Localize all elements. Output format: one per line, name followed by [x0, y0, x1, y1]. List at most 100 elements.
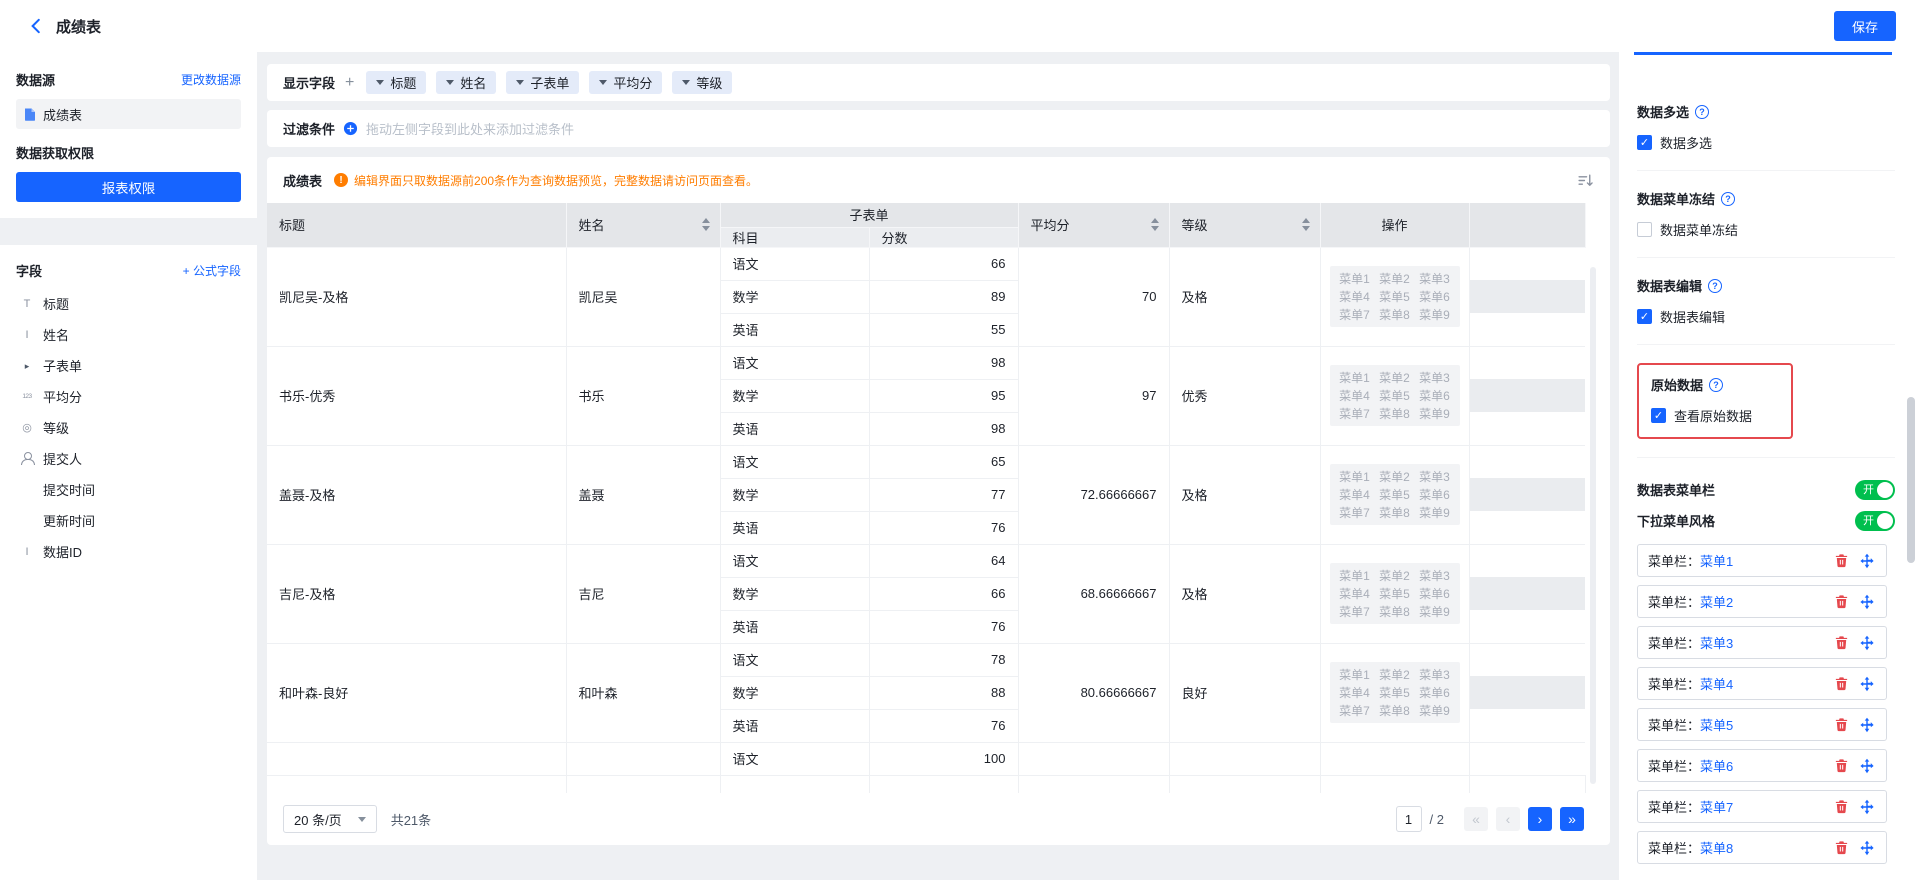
- ops-menu-item[interactable]: 菜单6: [1419, 684, 1450, 701]
- sort-arrows-icon[interactable]: [1302, 218, 1310, 231]
- sidebar-field-item[interactable]: ◎等级: [16, 412, 241, 443]
- ops-menu-item[interactable]: 菜单4: [1339, 486, 1370, 503]
- sidebar-field-item[interactable]: ▸子表单: [16, 350, 241, 381]
- checkbox-row[interactable]: ✓数据多选: [1637, 133, 1895, 152]
- field-chip[interactable]: 平均分: [589, 71, 662, 94]
- delete-icon[interactable]: [1832, 675, 1850, 693]
- delete-icon[interactable]: [1832, 839, 1850, 857]
- move-icon[interactable]: [1858, 593, 1876, 611]
- change-datasource-link[interactable]: 更改数据源: [181, 71, 241, 88]
- field-chip[interactable]: 等级: [672, 71, 732, 94]
- move-icon[interactable]: [1858, 798, 1876, 816]
- sort-arrows-icon[interactable]: [702, 218, 710, 231]
- sidebar-field-item[interactable]: 更新时间: [16, 505, 241, 536]
- move-icon[interactable]: [1858, 675, 1876, 693]
- column-header-grade[interactable]: 等级: [1169, 203, 1320, 247]
- help-icon[interactable]: ?: [1708, 279, 1722, 293]
- report-permission-button[interactable]: 报表权限: [16, 172, 241, 202]
- sidebar-field-item[interactable]: I数据ID: [16, 536, 241, 567]
- datasource-item[interactable]: 成绩表: [16, 99, 241, 129]
- ops-menu-item[interactable]: 菜单7: [1339, 306, 1370, 323]
- ops-menu-item[interactable]: 菜单9: [1419, 504, 1450, 521]
- delete-icon[interactable]: [1832, 716, 1850, 734]
- menu-link[interactable]: 菜单7: [1700, 800, 1733, 815]
- pagination-prev-button[interactable]: ‹: [1496, 807, 1520, 831]
- move-icon[interactable]: [1858, 552, 1876, 570]
- ops-menu-item[interactable]: 菜单2: [1379, 270, 1410, 287]
- ops-menu-item[interactable]: 菜单6: [1419, 387, 1450, 404]
- menu-link[interactable]: 菜单8: [1700, 841, 1733, 856]
- column-header-name[interactable]: 姓名: [566, 203, 720, 247]
- checkbox-row[interactable]: ✓数据表编辑: [1637, 307, 1895, 326]
- ops-menu-item[interactable]: 菜单5: [1379, 387, 1410, 404]
- checkbox[interactable]: ✓: [1637, 309, 1652, 324]
- delete-icon[interactable]: [1832, 757, 1850, 775]
- checkbox-row[interactable]: ✓查看原始数据: [1651, 406, 1779, 425]
- ops-menu-item[interactable]: 菜单8: [1379, 306, 1410, 323]
- sidebar-field-item[interactable]: I姓名: [16, 319, 241, 350]
- menu-link[interactable]: 菜单3: [1700, 636, 1733, 651]
- ops-menu-item[interactable]: 菜单3: [1419, 369, 1450, 386]
- ops-menu-item[interactable]: 菜单8: [1379, 702, 1410, 719]
- ops-menu-item[interactable]: 菜单1: [1339, 270, 1370, 287]
- move-icon[interactable]: [1858, 839, 1876, 857]
- checkbox-row[interactable]: 数据菜单冻结: [1637, 220, 1895, 239]
- dropdown-style-toggle[interactable]: 开: [1855, 511, 1895, 531]
- ops-menu-item[interactable]: 菜单4: [1339, 387, 1370, 404]
- ops-menu-item[interactable]: 菜单7: [1339, 603, 1370, 620]
- field-chip[interactable]: 姓名: [436, 71, 496, 94]
- ops-menu-item[interactable]: 菜单1: [1339, 567, 1370, 584]
- checkbox[interactable]: ✓: [1637, 135, 1652, 150]
- menu-link[interactable]: 菜单5: [1700, 718, 1733, 733]
- field-chip[interactable]: 标题: [366, 71, 426, 94]
- table-scrollbar[interactable]: [1590, 267, 1596, 784]
- delete-icon[interactable]: [1832, 552, 1850, 570]
- panel-scrollbar[interactable]: [1907, 397, 1915, 563]
- pagination-next-button[interactable]: ›: [1528, 807, 1552, 831]
- ops-menu-item[interactable]: 菜单1: [1339, 468, 1370, 485]
- ops-menu-item[interactable]: 菜单8: [1379, 405, 1410, 422]
- move-icon[interactable]: [1858, 634, 1876, 652]
- ops-menu-item[interactable]: 菜单2: [1379, 369, 1410, 386]
- ops-menu-item[interactable]: 菜单3: [1419, 666, 1450, 683]
- menu-link[interactable]: 菜单1: [1700, 554, 1733, 569]
- back-icon[interactable]: [24, 14, 48, 38]
- ops-menu-item[interactable]: 菜单5: [1379, 585, 1410, 602]
- delete-icon[interactable]: [1832, 634, 1850, 652]
- ops-menu-item[interactable]: 菜单2: [1379, 567, 1410, 584]
- menu-bar-toggle[interactable]: 开: [1855, 480, 1895, 500]
- ops-menu-item[interactable]: 菜单3: [1419, 567, 1450, 584]
- help-icon[interactable]: ?: [1695, 105, 1709, 119]
- delete-icon[interactable]: [1832, 593, 1850, 611]
- ops-menu-item[interactable]: 菜单2: [1379, 666, 1410, 683]
- save-button[interactable]: 保存: [1834, 11, 1896, 41]
- ops-menu-item[interactable]: 菜单9: [1419, 306, 1450, 323]
- ops-menu-item[interactable]: 菜单1: [1339, 369, 1370, 386]
- sort-arrows-icon[interactable]: [1151, 218, 1159, 231]
- pagination-last-button[interactable]: »: [1560, 807, 1584, 831]
- help-icon[interactable]: ?: [1709, 378, 1723, 392]
- ops-menu-item[interactable]: 菜单8: [1379, 504, 1410, 521]
- move-icon[interactable]: [1858, 757, 1876, 775]
- ops-menu-item[interactable]: 菜单1: [1339, 666, 1370, 683]
- checkbox[interactable]: [1637, 222, 1652, 237]
- ops-menu-item[interactable]: 菜单6: [1419, 288, 1450, 305]
- move-icon[interactable]: [1858, 716, 1876, 734]
- ops-menu-item[interactable]: 菜单3: [1419, 468, 1450, 485]
- delete-icon[interactable]: [1832, 798, 1850, 816]
- page-size-select[interactable]: 20 条/页: [283, 805, 377, 833]
- sidebar-field-item[interactable]: 提交时间: [16, 474, 241, 505]
- sidebar-field-item[interactable]: 提交人: [16, 443, 241, 474]
- help-icon[interactable]: ?: [1721, 192, 1735, 206]
- add-field-icon[interactable]: +: [345, 74, 354, 92]
- add-filter-icon[interactable]: [343, 121, 358, 136]
- sidebar-field-item[interactable]: T标题: [16, 288, 241, 319]
- ops-menu-item[interactable]: 菜单6: [1419, 486, 1450, 503]
- sort-order-icon[interactable]: [1577, 172, 1594, 189]
- ops-menu-item[interactable]: 菜单5: [1379, 684, 1410, 701]
- ops-menu-item[interactable]: 菜单2: [1379, 468, 1410, 485]
- ops-menu-item[interactable]: 菜单5: [1379, 288, 1410, 305]
- ops-menu-item[interactable]: 菜单9: [1419, 405, 1450, 422]
- menu-link[interactable]: 菜单6: [1700, 759, 1733, 774]
- checkbox[interactable]: ✓: [1651, 408, 1666, 423]
